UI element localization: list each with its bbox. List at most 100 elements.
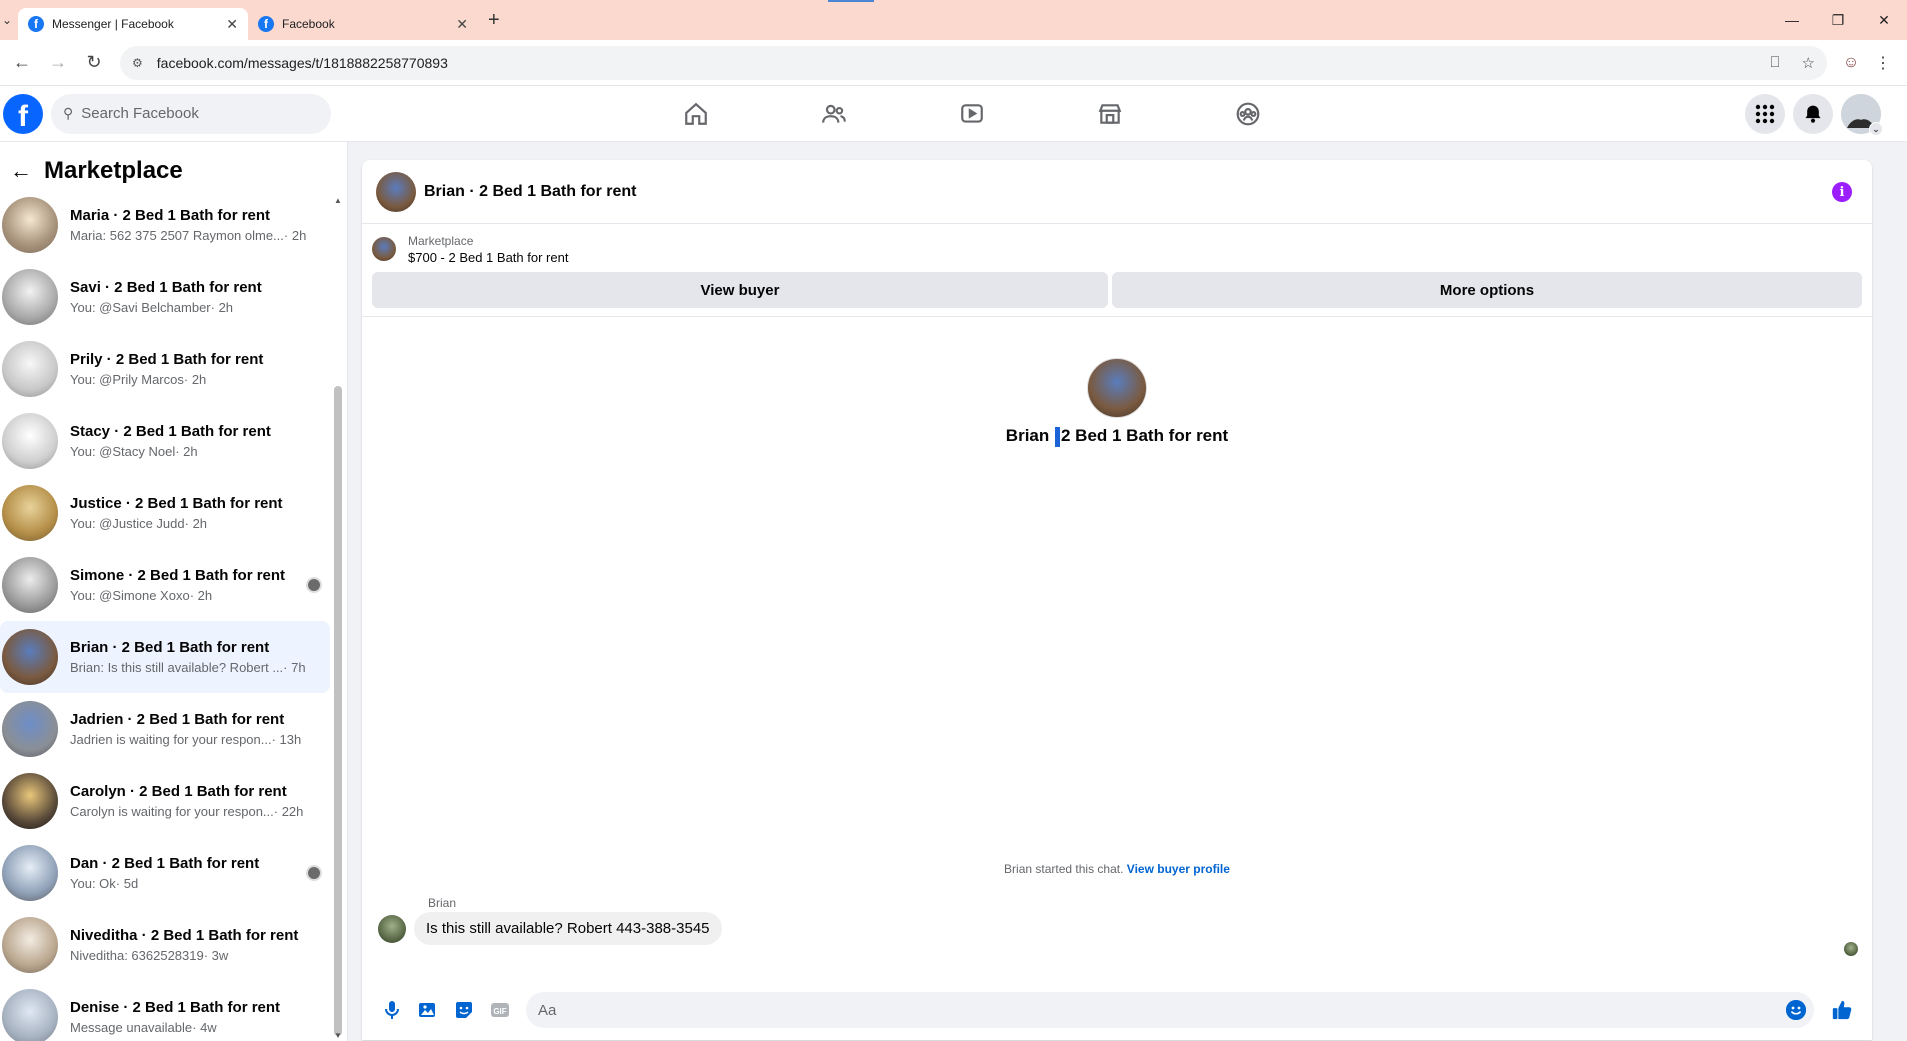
sticker-icon[interactable] <box>446 992 482 1028</box>
listing-thumbnail <box>2 197 58 253</box>
conversation-item-denise[interactable]: Denise · 2 Bed 1 Bath for rent Message un… <box>0 981 330 1041</box>
message-input[interactable] <box>538 1001 1802 1019</box>
photo-icon[interactable] <box>410 992 446 1028</box>
facebook-logo-icon[interactable]: f <box>3 93 43 134</box>
marketplace-sidebar: ← Marketplace Maria · 2 Bed 1 Bath for r… <box>0 142 348 1041</box>
listing-thumbnail <box>2 845 58 901</box>
tab-search-chevron-icon[interactable]: ⌄ <box>2 13 18 27</box>
browser-tabbar: ⌄ f Messenger | Facebook ✕ f Facebook ✕ … <box>0 0 1907 40</box>
listing-thumbnail <box>2 989 58 1041</box>
conversation-item-maria[interactable]: Maria · 2 Bed 1 Bath for rent Maria: 562 … <box>0 189 330 261</box>
site-settings-icon[interactable]: ⚙ <box>132 56 143 70</box>
profile-icon[interactable]: ☺ <box>1835 47 1867 79</box>
url-text[interactable]: facebook.com/messages/t/1818882258770893 <box>157 55 1749 71</box>
conversation-preview: You: Ok <box>70 876 116 891</box>
listing-item[interactable]: $700 - 2 Bed 1 Bath for rent <box>408 250 568 265</box>
view-buyer-profile-link[interactable]: View buyer profile <box>1127 862 1230 876</box>
more-options-button[interactable]: More options <box>1112 272 1862 308</box>
bookmark-star-icon[interactable]: ☆ <box>1802 54 1815 72</box>
sender-avatar[interactable] <box>378 914 406 943</box>
seen-avatar-icon <box>306 865 322 881</box>
listing-thumbnail[interactable] <box>372 237 396 261</box>
conversation-time: · 2h <box>283 228 307 243</box>
minimize-icon[interactable]: — <box>1769 0 1815 40</box>
home-icon[interactable] <box>627 86 765 142</box>
new-tab-plus-icon[interactable]: + <box>488 9 500 32</box>
account-chevron-icon[interactable]: ⌄ <box>1869 122 1883 136</box>
marketplace-icon[interactable] <box>1041 86 1179 142</box>
view-buyer-button[interactable]: View buyer <box>372 272 1108 308</box>
listing-thumbnail <box>2 341 58 397</box>
forward-arrow-icon[interactable]: → <box>44 49 72 77</box>
close-tab-icon[interactable]: ✕ <box>456 16 468 33</box>
read-receipt-avatar <box>1844 942 1858 956</box>
conversation-time: · 13h <box>271 732 302 747</box>
sidebar-scrollbar[interactable]: ▲ ▼ <box>333 194 343 1040</box>
listing-thumbnail <box>2 701 58 757</box>
conversation-item-brian[interactable]: Brian · 2 Bed 1 Bath for rent Brian: Is t… <box>0 621 330 693</box>
conversation-time: · 2h <box>184 516 208 531</box>
scrollbar-thumb[interactable] <box>334 386 342 1036</box>
browser-toolbar: ← → ↻ ⚙ facebook.com/messages/t/18188822… <box>0 40 1907 86</box>
conversation-preview: Carolyn is waiting for your respon... <box>70 804 274 819</box>
started-text: Brian started this chat. <box>1004 862 1127 876</box>
scroll-down-arrow-icon[interactable]: ▼ <box>333 1031 343 1040</box>
window-controls: — ❐ ✕ <box>1769 0 1907 40</box>
conversation-time: · 7h <box>283 660 306 675</box>
thumbs-up-icon[interactable] <box>1824 992 1860 1028</box>
conversation-title: Jadrien · 2 Bed 1 Bath for rent <box>70 711 285 728</box>
emoji-icon[interactable] <box>1786 1000 1806 1020</box>
conversation-preview: Jadrien is waiting for your respon... <box>70 732 272 747</box>
video-icon[interactable] <box>903 86 1041 142</box>
groups-icon[interactable] <box>1179 86 1317 142</box>
conversation-title: Carolyn · 2 Bed 1 Bath for rent <box>70 783 287 800</box>
conversation-time: · 4w <box>192 1020 217 1035</box>
reload-icon[interactable]: ↻ <box>80 49 108 77</box>
close-window-icon[interactable]: ✕ <box>1861 0 1907 40</box>
browser-menu-icon[interactable]: ⋮ <box>1867 47 1899 79</box>
menu-grid-icon[interactable] <box>1745 94 1785 134</box>
chat-panel: Brian · 2 Bed 1 Bath for rent i Marketpl… <box>362 160 1872 1040</box>
conversation-item-prily[interactable]: Prily · 2 Bed 1 Bath for rent You: @Prily… <box>0 333 330 405</box>
facebook-favicon-icon: f <box>28 16 44 32</box>
search-input[interactable] <box>81 105 282 122</box>
conversation-preview: You: @Stacy Noel <box>70 444 176 459</box>
browser-tab-facebook[interactable]: f Facebook ✕ <box>248 8 478 40</box>
conversation-time: · 2h <box>210 300 234 315</box>
conversation-item-niveditha[interactable]: Niveditha · 2 Bed 1 Bath for rent Nivedit… <box>0 909 330 981</box>
listing-thumbnail <box>2 557 58 613</box>
browser-tab-messenger[interactable]: f Messenger | Facebook ✕ <box>18 8 248 40</box>
conversation-item-carolyn[interactable]: Carolyn · 2 Bed 1 Bath for rent Carolyn i… <box>0 765 330 837</box>
restore-icon[interactable]: ❐ <box>1815 0 1861 40</box>
sidebar-title: Marketplace <box>44 157 183 184</box>
address-bar[interactable]: ⚙ facebook.com/messages/t/18188822587708… <box>120 45 1827 80</box>
conversation-avatar[interactable] <box>376 171 416 212</box>
close-tab-icon[interactable]: ✕ <box>226 16 238 33</box>
friends-icon[interactable] <box>765 86 903 142</box>
message-input-wrap[interactable] <box>526 992 1814 1028</box>
gif-icon[interactable]: GIF <box>482 992 518 1028</box>
conversation-preview: You: @Justice Judd <box>70 516 185 531</box>
conversation-intro: Brian 2 Bed 1 Bath for rent <box>362 358 1872 447</box>
back-arrow-icon[interactable]: ← <box>8 49 36 77</box>
conversation-title: Savi · 2 Bed 1 Bath for rent <box>70 279 262 296</box>
search-icon: ⚲ <box>63 105 74 121</box>
message-sender-name: Brian <box>428 896 457 910</box>
conversation-preview: Message unavailable <box>70 1020 193 1035</box>
conversation-item-savi[interactable]: Savi · 2 Bed 1 Bath for rent You: @Savi B… <box>0 261 330 333</box>
message-bubble[interactable]: Is this still available? Robert 443-388-… <box>414 912 722 945</box>
back-arrow-icon[interactable]: ← <box>10 158 32 184</box>
chat-title[interactable]: Brian · 2 Bed 1 Bath for rent <box>424 183 636 201</box>
account-avatar[interactable]: ⌄ <box>1841 94 1883 136</box>
conversation-item-justice[interactable]: Justice · 2 Bed 1 Bath for rent You: @Jus… <box>0 477 330 549</box>
install-app-icon[interactable]: ⎕ <box>1771 54 1780 71</box>
conversation-item-stacy[interactable]: Stacy · 2 Bed 1 Bath for rent You: @Stacy… <box>0 405 330 477</box>
conversation-item-simone[interactable]: Simone · 2 Bed 1 Bath for rent You: @Simo… <box>0 549 330 621</box>
microphone-icon[interactable] <box>374 992 410 1028</box>
conversation-item-jadrien[interactable]: Jadrien · 2 Bed 1 Bath for rent Jadrien i… <box>0 693 330 765</box>
conversation-item-dan[interactable]: Dan · 2 Bed 1 Bath for rent You: Ok· 5d <box>0 837 330 909</box>
notifications-bell-icon[interactable] <box>1793 94 1833 134</box>
scroll-up-arrow-icon[interactable]: ▲ <box>333 196 343 205</box>
info-icon[interactable]: i <box>1832 182 1852 202</box>
facebook-search[interactable]: ⚲ <box>51 93 331 134</box>
